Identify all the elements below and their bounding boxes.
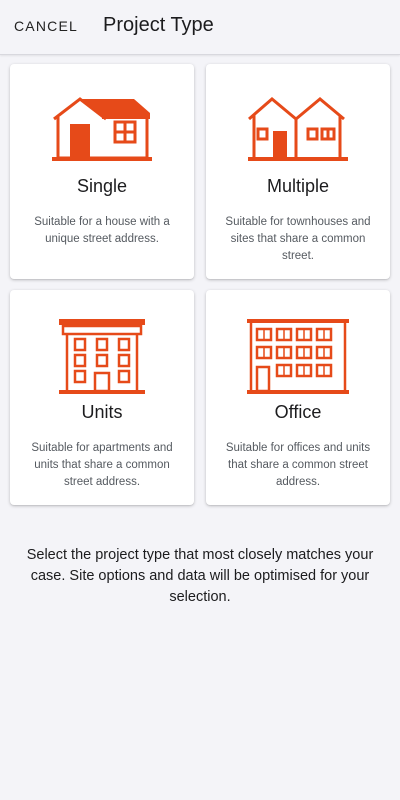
project-type-card-office[interactable]: Office Suitable for offices and units th… bbox=[206, 290, 390, 505]
card-title: Office bbox=[274, 402, 322, 422]
project-type-card-single[interactable]: Single Suitable for a house with a uniqu… bbox=[10, 64, 194, 279]
project-type-screen: CANCEL Project Type Single Suitable for … bbox=[0, 0, 400, 800]
card-title: Single bbox=[76, 176, 128, 196]
card-description: Suitable for townhouses and sites that s… bbox=[225, 216, 371, 262]
card-title: Units bbox=[81, 402, 123, 422]
instruction-text: Select the project type that most closel… bbox=[26, 547, 374, 605]
project-type-card-multiple[interactable]: Multiple Suitable for townhouses and sit… bbox=[206, 64, 390, 279]
multiple-houses-icon bbox=[206, 84, 390, 176]
office-building-icon bbox=[206, 310, 390, 402]
card-description: Suitable for offices and units that shar… bbox=[225, 442, 371, 488]
card-title: Multiple bbox=[266, 176, 330, 196]
card-description: Suitable for a house with a unique stree… bbox=[34, 216, 170, 245]
single-house-icon bbox=[10, 84, 194, 176]
apartment-building-icon bbox=[10, 310, 194, 402]
top-app-bar: CANCEL Project Type bbox=[0, 0, 400, 55]
cancel-button[interactable]: CANCEL bbox=[14, 18, 78, 34]
card-description: Suitable for apartments and units that s… bbox=[31, 442, 173, 488]
project-type-card-units[interactable]: Units Suitable for apartments and units … bbox=[10, 290, 194, 505]
page-title: Project Type bbox=[103, 14, 214, 36]
